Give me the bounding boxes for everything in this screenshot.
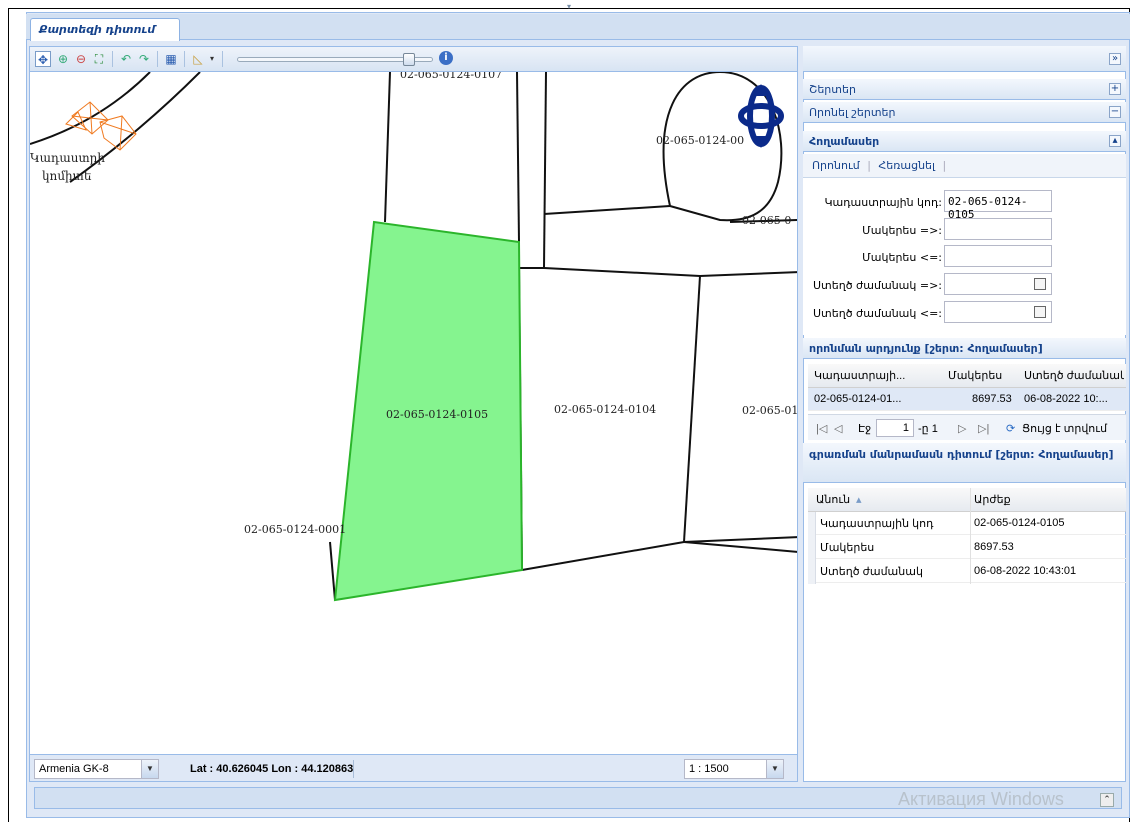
results-header: որոնման արդյունք [շերտ: Հողամասեր]: [803, 338, 1126, 359]
table-row[interactable]: Ստեղծ ժամանակ 06-08-2022 10:43:01: [808, 560, 1126, 583]
created-to-label: Ստեղծ ժամանակ <=:: [813, 307, 942, 320]
parcel-label-0: 02-065-0: [742, 214, 791, 227]
table-row[interactable]: Կադաստրային կոդ 02-065-0124-0105: [808, 512, 1126, 535]
scale-value: 1 : 1500: [689, 763, 729, 775]
calendar-icon[interactable]: [1034, 306, 1046, 318]
projection-select[interactable]: Armenia GK-8 ▼: [34, 759, 159, 779]
cell-area: 8697.53: [972, 393, 1012, 405]
place-label-line1: Կադաստրի: [30, 151, 105, 165]
coordinate-readout: Lat : 40.626045 Lon : 44.120863: [190, 763, 354, 775]
scale-select[interactable]: 1 : 1500 ▼: [684, 759, 784, 779]
last-page-icon[interactable]: ▷|: [978, 422, 989, 435]
area-min-input[interactable]: [944, 218, 1052, 240]
zoom-extent-icon[interactable]: ⛶: [91, 51, 107, 67]
tab-clear[interactable]: Հեռացնել: [874, 158, 939, 173]
cell-name: Կադաստրային կոդ: [820, 518, 934, 530]
next-view-icon[interactable]: ↷: [136, 51, 152, 67]
previous-view-icon[interactable]: ↶: [118, 51, 134, 67]
map-svg: 02-065-0124-0107 02-065-0124-0001 02-065…: [30, 72, 798, 602]
parcels-header[interactable]: Հողամասեր ▴: [803, 131, 1126, 152]
parcel-label-0107: 02-065-0124-0107: [400, 72, 502, 81]
cell-name: Ստեղծ ժամանակ: [820, 566, 923, 578]
calendar-icon[interactable]: [1034, 278, 1046, 290]
display-info: Ցույց է տրվում: [1022, 423, 1108, 435]
row-numberer: [808, 512, 816, 584]
col-area[interactable]: Մակերես: [948, 369, 1018, 382]
collapse-icon[interactable]: −: [1109, 106, 1121, 118]
parcel-subtabs: Որոնում | Հեռացնել |: [803, 154, 1126, 178]
cell-value: 06-08-2022 10:43:01: [974, 565, 1077, 577]
prev-page-icon[interactable]: ◁: [834, 422, 842, 435]
cell-value: 02-065-0124-0105: [974, 517, 1065, 529]
page-input[interactable]: 1: [876, 419, 914, 437]
table-row[interactable]: Մակերես 8697.53: [808, 536, 1126, 559]
tab-map-view[interactable]: Քարտեզի դիտում: [30, 18, 180, 41]
details-header: գրառման մանրամասն դիտում [շերտ: Հողամասե…: [803, 443, 1126, 483]
column-divider: [970, 488, 971, 584]
map-canvas[interactable]: 02-065-0124-0107 02-065-0124-0001 02-065…: [29, 72, 798, 754]
results-grid-header: Կադաստրայի... Մակերես Ստեղծ ժամանակ...: [808, 364, 1126, 388]
place-label-line2: կոմիտե: [42, 169, 92, 183]
expand-icon[interactable]: ⌃: [1100, 793, 1114, 807]
projection-value: Armenia GK-8: [39, 763, 109, 775]
details-title: գրառման մանրամասն դիտում [շերտ: Հողամասե…: [809, 448, 1114, 461]
col-cadastral[interactable]: Կադաստրայի...: [814, 369, 924, 382]
zoom-slider-thumb[interactable]: [403, 53, 415, 66]
chevron-down-icon[interactable]: ▼: [141, 760, 158, 778]
pan-control-icon[interactable]: [738, 84, 784, 148]
side-panel-header: »: [803, 46, 1126, 72]
cell-name: Մակերես: [820, 542, 875, 554]
col-value[interactable]: Արժեք: [974, 493, 1124, 506]
layers-title: Շերտեր: [809, 83, 856, 96]
results-pager: |◁ ◁ Էջ 1 -ը 1 ▷ ▷| ⟳ Ցույց է տրվում: [808, 414, 1126, 440]
results-title: որոնման արդյունք [շերտ: Հողամասեր]: [809, 342, 1043, 355]
page-total: -ը 1: [918, 423, 938, 435]
cell-created: 06-08-2022 10:...: [1024, 393, 1108, 405]
layers-header[interactable]: Շերտեր +: [803, 79, 1126, 100]
query-layers-title: Որոնել շերտեր: [809, 106, 896, 119]
cell-value: 8697.53: [974, 541, 1014, 553]
map-status-bar: Armenia GK-8 ▼ Lat : 40.626045 Lon : 44.…: [29, 754, 798, 782]
cadastral-code-label: Կադաստրային կոդ:: [824, 196, 942, 209]
parcel-label-0001: 02-065-0124-0001: [244, 523, 346, 536]
area-min-label: Մակերես =>:: [862, 224, 942, 237]
tab-strip: [26, 14, 1130, 40]
sort-asc-icon[interactable]: ▴: [856, 493, 866, 506]
map-toolbar: ✥ ⊕ ⊖ ⛶ ↶ ↷ ▦ ◺ ▾ i: [29, 46, 798, 72]
parcel-label-0104: 02-065-0124-0104: [554, 403, 656, 416]
first-page-icon[interactable]: |◁: [816, 422, 827, 435]
expand-icon[interactable]: +: [1109, 83, 1121, 95]
page-label: Էջ: [858, 423, 872, 435]
windows-activation-watermark: Активация Windows: [898, 789, 1064, 809]
tab-label: Քարտեզի դիտում: [39, 23, 156, 36]
zoom-out-icon[interactable]: ⊖: [73, 51, 89, 67]
collapse-arrow-icon[interactable]: ▾: [567, 2, 571, 11]
info-icon[interactable]: i: [439, 51, 453, 65]
pan-icon[interactable]: ✥: [35, 51, 51, 67]
zoom-in-icon[interactable]: ⊕: [55, 51, 71, 67]
table-row[interactable]: 02-065-0124-01... 8697.53 06-08-2022 10:…: [808, 388, 1126, 411]
refresh-icon[interactable]: ⟳: [1006, 422, 1015, 435]
col-created[interactable]: Ստեղծ ժամանակ...: [1024, 369, 1124, 382]
next-page-icon[interactable]: ▷: [958, 422, 966, 435]
parcel-label-00: 02-065-0124-00: [656, 134, 744, 147]
col-name[interactable]: Անուն: [816, 493, 966, 506]
parcel-label-0105: 02-065-0124-0105: [386, 408, 488, 421]
query-layers-header[interactable]: Որոնել շերտեր −: [803, 102, 1126, 123]
area-max-input[interactable]: [944, 245, 1052, 267]
area-max-label: Մակերես <=:: [862, 251, 942, 264]
tab-search[interactable]: Որոնում: [808, 158, 864, 173]
details-grid-header: Անուն ▴ Արժեք: [808, 488, 1126, 512]
created-from-label: Ստեղծ ժամանակ =>:: [813, 279, 942, 292]
cell-cadastral: 02-065-0124-01...: [814, 393, 902, 405]
select-feature-icon[interactable]: ▦: [163, 51, 179, 67]
measure-dropdown-icon[interactable]: ▾: [204, 51, 220, 67]
chevron-down-icon[interactable]: ▼: [766, 760, 783, 778]
cadastral-code-input[interactable]: 02-065-0124-0105: [944, 190, 1052, 221]
parcel-label-01: 02-065-01: [742, 404, 798, 417]
collapse-panel-icon[interactable]: »: [1109, 53, 1121, 65]
collapse-up-icon[interactable]: ▴: [1109, 135, 1121, 147]
parcels-title: Հողամասեր: [809, 135, 880, 148]
